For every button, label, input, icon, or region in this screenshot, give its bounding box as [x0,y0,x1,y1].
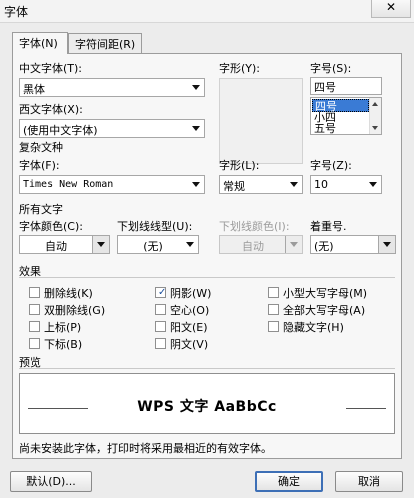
double-strikethrough-label: 双删除线(G) [44,304,106,317]
cancel-button[interactable]: 取消 [335,471,403,492]
scroll-down-icon[interactable] [372,126,378,130]
complex-font-value: Times New Roman [23,179,114,190]
complex-style-select[interactable]: 常规 [219,175,303,194]
font-panel: 中文字体(T): 黑体 字形(Y): 字号(S): 四号 四号 小四 五号 西文… [12,53,402,459]
western-font-label: 西文字体(X): [19,103,83,116]
all-caps-checkbox[interactable] [268,304,279,315]
chevron-down-icon [192,182,200,187]
hidden-text-checkbox[interactable] [268,321,279,332]
emphasis-label: 着重号. [310,220,347,233]
underline-color-select: 自动 [219,235,303,254]
chevron-down-icon [290,182,298,187]
chevron-down-icon [186,242,194,247]
double-strikethrough-checkbox[interactable] [29,304,40,315]
superscript-label: 上标(P) [44,321,82,334]
preview-box: WPS 文字 AaBbCc [19,373,395,434]
size-input-value: 四号 [314,81,336,94]
superscript-checkbox[interactable] [29,321,40,332]
chevron-down-icon [383,242,391,247]
ok-button[interactable]: 确定 [255,471,323,492]
chevron-down-icon [97,242,105,247]
chinese-font-label: 中文字体(T): [19,62,83,75]
complex-font-select[interactable]: Times New Roman [19,175,205,194]
font-color-select[interactable]: 自动 [19,235,110,254]
scroll-up-icon[interactable] [372,102,378,106]
title-bar [0,0,414,23]
chevron-down-icon [192,85,200,90]
complex-style-value: 常规 [223,180,245,193]
chinese-font-value: 黑体 [23,83,45,96]
underline-style-value: (无) [143,240,163,253]
strikethrough-checkbox[interactable] [29,287,40,298]
close-button[interactable]: ✕ [371,0,411,18]
all-text-header: 所有文字 [19,203,63,216]
outline-label: 空心(O) [170,304,210,317]
size-option[interactable]: 五号 [312,122,369,135]
chevron-down-icon [192,126,200,131]
checkmark-icon: ✓ [158,287,167,298]
complex-font-label: 字体(F): [19,159,60,172]
emphasis-value: (无) [314,240,334,253]
chevron-down-icon [290,242,298,247]
hidden-text-label: 隐藏文字(H) [283,321,344,334]
emboss-label: 阳文(E) [170,321,208,334]
default-button[interactable]: 默认(D)... [10,471,92,492]
size-list-scrollbar[interactable] [369,98,381,134]
tab-font[interactable]: 字体(N) [12,32,68,54]
preview-divider [19,368,395,369]
font-hint-text: 尚未安装此字体，打印时将采用最相近的有效字体。 [19,442,272,455]
effects-divider [19,277,395,278]
underline-color-label: 下划线颜色(I): [219,220,290,233]
underline-color-value: 自动 [242,240,264,253]
complex-script-header: 复杂文种 [19,141,63,154]
tab-character-spacing[interactable]: 字符间距(R) [68,33,142,53]
subscript-checkbox[interactable] [29,338,40,349]
all-caps-label: 全部大写字母(A) [283,304,366,317]
western-font-value: (使用中文字体) [23,124,98,137]
shadow-checkbox[interactable]: ✓ [155,287,166,298]
western-font-select[interactable]: (使用中文字体) [19,119,205,138]
size-list[interactable]: 四号 小四 五号 [310,97,382,135]
shadow-label: 阴影(W) [170,287,212,300]
engrave-checkbox[interactable] [155,338,166,349]
complex-style-label: 字形(L): [219,159,260,172]
size-label: 字号(S): [310,62,352,75]
preview-sample-text: WPS 文字 AaBbCc [137,399,277,415]
underline-style-label: 下划线线型(U): [117,220,193,233]
style-label: 字形(Y): [219,62,261,75]
window-title: 字体 [4,5,29,19]
complex-size-value: 10 [314,178,328,191]
font-color-label: 字体颜色(C): [19,220,83,233]
strikethrough-label: 删除线(K) [44,287,93,300]
subscript-label: 下标(B) [44,338,83,351]
engrave-label: 阴文(V) [170,338,209,351]
outline-checkbox[interactable] [155,304,166,315]
size-input[interactable]: 四号 [310,77,382,95]
complex-size-select[interactable]: 10 [310,175,382,194]
underline-style-select[interactable]: (无) [117,235,199,254]
complex-size-label: 字号(Z): [310,159,352,172]
chinese-font-select[interactable]: 黑体 [19,78,205,97]
small-caps-checkbox[interactable] [268,287,279,298]
chevron-down-icon [369,182,377,187]
emphasis-select[interactable]: (无) [310,235,396,254]
font-color-value: 自动 [45,240,67,253]
style-list[interactable] [219,78,303,164]
small-caps-label: 小型大写字母(M) [283,287,368,300]
emboss-checkbox[interactable] [155,321,166,332]
close-icon: ✕ [385,0,397,14]
